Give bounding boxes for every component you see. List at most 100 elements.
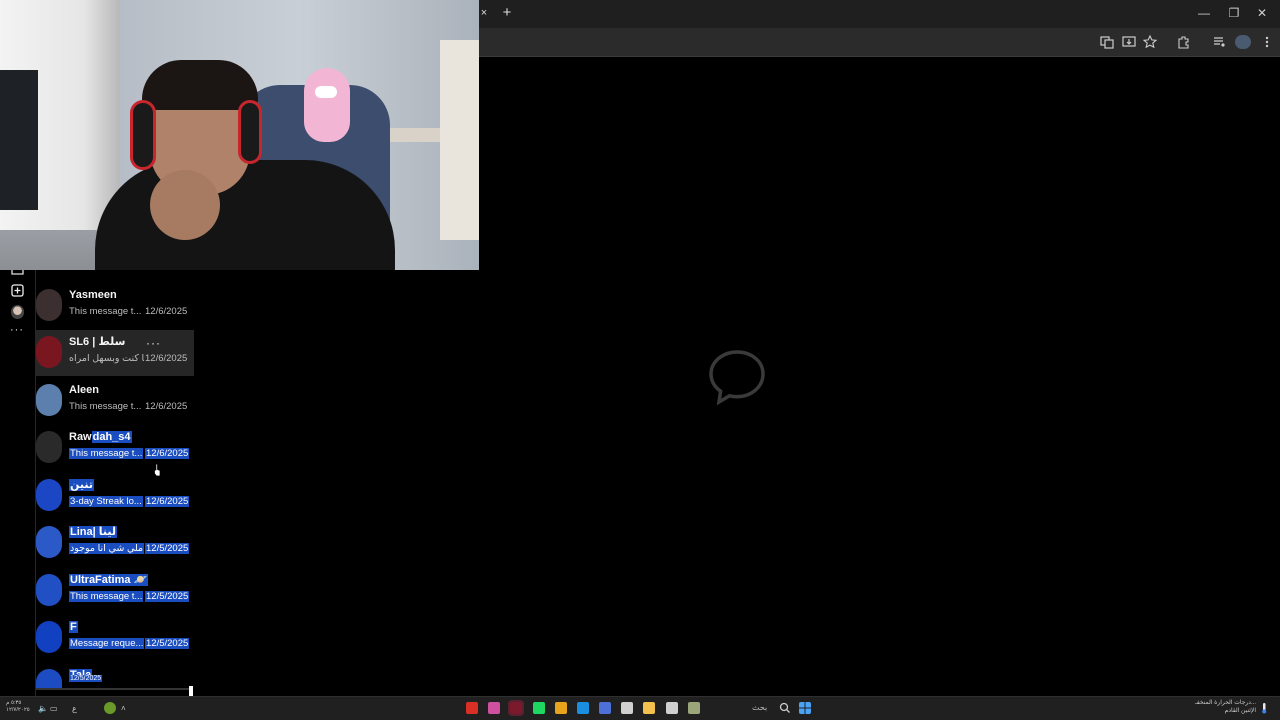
avatar[interactable]: [11, 305, 24, 319]
conversation-name: تنين: [69, 479, 95, 492]
conversation-row[interactable]: Rawdah_s4 This message t... 12/6/2025: [36, 425, 194, 471]
extensions-icon[interactable]: [1177, 35, 1191, 49]
conversation-row[interactable]: Lina| لينا بي ملي شي انا موجود ...12/5/20…: [36, 520, 194, 566]
notepad-icon[interactable]: [666, 702, 678, 714]
calendar-icon[interactable]: [621, 702, 633, 714]
media-icon[interactable]: [1212, 35, 1226, 49]
conversation-preview: This message t...: [69, 401, 141, 413]
close-window-button[interactable]: ✕: [1255, 5, 1269, 21]
menu-icon[interactable]: [1260, 35, 1274, 49]
conversation-name: UltraFatima 🪐: [69, 574, 149, 587]
name-text: SL6 | سلط: [69, 336, 126, 348]
preview-text: 3-day Streak lo...: [69, 496, 143, 507]
hand-cursor-icon: [154, 463, 161, 477]
conversation-preview: ما كنت وبسهل امراه ...: [69, 353, 144, 365]
name-selected-part: dah_s4: [91, 431, 132, 443]
webcam-shelf: [440, 40, 479, 240]
conversation-row[interactable]: Yasmeen This message t... 12/6/2025: [36, 283, 194, 329]
weather-line-2: الإثنين القادم: [1224, 708, 1256, 714]
conversation-date: 12/6/2025: [145, 306, 187, 318]
language-icon[interactable]: ع: [72, 704, 77, 714]
date-text: 12/6/2025: [145, 401, 188, 412]
minimize-button[interactable]: —: [1197, 5, 1211, 21]
avatar: [36, 289, 62, 321]
avatar: [36, 621, 62, 653]
browser-toolbar: [479, 28, 1280, 57]
conversation-row[interactable]: تنين 3-day Streak lo... 12/6/2025: [36, 473, 194, 519]
weather-line-1: درجات الحرارة المنخفـ...: [1195, 700, 1256, 706]
conversation-date: 12/6/2025: [145, 448, 190, 460]
scrollbar-thumb[interactable]: [189, 686, 193, 696]
install-icon[interactable]: [1122, 35, 1136, 49]
conversation-date: 12/6/2025: [145, 401, 187, 413]
preview-text: Message reque...: [69, 638, 144, 649]
conversation-date: 12/5/2025: [69, 673, 103, 685]
conversation-preview: This message t...: [69, 306, 141, 318]
conversation-row[interactable]: Tala12/5/2025: [36, 663, 194, 688]
name-text: F: [69, 621, 78, 633]
conversation-name: Rawdah_s4: [69, 431, 132, 444]
preview-text: This message t...: [69, 591, 144, 602]
profile-icon[interactable]: [1235, 35, 1251, 49]
preview-text: This message t...: [69, 306, 142, 317]
terminal-icon[interactable]: [508, 700, 524, 716]
start-icon[interactable]: [799, 702, 811, 714]
preview-text: This message t...: [69, 401, 142, 412]
chrome-alt-icon[interactable]: [555, 702, 567, 714]
preview-text: ما كنت وبسهل امراه ...: [69, 353, 144, 364]
inbox-icon[interactable]: [11, 270, 24, 276]
webcam-headset-left: [130, 100, 156, 170]
preview-text: This message t...: [69, 448, 144, 459]
tab-close-button[interactable]: ×: [479, 5, 489, 21]
avatar: [36, 384, 62, 416]
conversation-name: Aleen: [69, 384, 99, 397]
name-text: Lina| لينا: [69, 526, 117, 538]
list-bottom-divider: [36, 688, 190, 690]
conversation-row[interactable]: UltraFatima 🪐 This message t... 12/5/2025: [36, 568, 194, 614]
chrome-icon[interactable]: [466, 702, 478, 714]
conversation-date: 12/6/2025: [145, 353, 187, 365]
restore-button[interactable]: ❐: [1227, 5, 1241, 21]
tray-app-icon[interactable]: [104, 702, 116, 714]
browser-tab-bar: [479, 0, 1280, 28]
network-icon[interactable]: ▭: [50, 704, 58, 714]
folder-icon[interactable]: [643, 702, 655, 714]
date-text: 12/5/2025: [69, 675, 103, 682]
search-icon[interactable]: [779, 702, 791, 714]
star-icon[interactable]: [1143, 35, 1157, 49]
message-bubble-icon: [709, 350, 765, 406]
conversation-row[interactable]: F Message reque... 12/5/2025: [36, 615, 194, 661]
conversation-preview: This message t...: [69, 591, 144, 603]
name-unselected-part: Raw: [69, 431, 92, 443]
chevron-up-icon[interactable]: ˄: [121, 704, 126, 714]
clock-date: ١٢/٧/٢٠٢٥: [6, 707, 30, 713]
discord-icon[interactable]: [488, 702, 500, 714]
taskbar-search[interactable]: بحث: [752, 702, 767, 714]
taskbar-clock[interactable]: ٥:٣٥ م ١٢/٧/٢٠٢٥: [6, 700, 30, 714]
edge-icon[interactable]: [577, 702, 589, 714]
conversation-preview: 3-day Streak lo...: [69, 496, 143, 508]
weather-widget[interactable]: درجات الحرارة المنخفـ... الإثنين القادم: [1170, 699, 1256, 715]
more-icon[interactable]: ···: [10, 325, 26, 336]
date-text: 12/6/2025: [145, 306, 188, 317]
vscode-icon[interactable]: [599, 702, 611, 714]
conversation-row[interactable]: SL6 | سلط ما كنت وبسهل امراه ...12/6/2025…: [36, 330, 194, 376]
avatar: [36, 336, 62, 368]
name-text: UltraFatima 🪐: [69, 574, 149, 586]
new-tab-button[interactable]: +: [500, 5, 514, 21]
translate-icon[interactable]: [1100, 35, 1114, 49]
settings-icon[interactable]: [688, 702, 700, 714]
weather-icon: [1262, 703, 1267, 714]
conversation-row[interactable]: Aleen This message t... 12/6/2025: [36, 378, 194, 424]
date-text: 12/5/2025: [145, 638, 190, 649]
more-options-button[interactable]: ···: [146, 337, 161, 349]
new-message-icon[interactable]: [11, 284, 24, 297]
date-text: 12/5/2025: [145, 591, 190, 602]
avatar: [36, 526, 62, 558]
volume-icon[interactable]: 🔈: [38, 704, 48, 714]
spotify-icon[interactable]: [533, 702, 545, 714]
date-text: 12/6/2025: [145, 448, 190, 459]
clock-time: ٥:٣٥ م: [6, 700, 22, 706]
avatar: [36, 574, 62, 606]
webcam-person-body: [95, 160, 395, 270]
